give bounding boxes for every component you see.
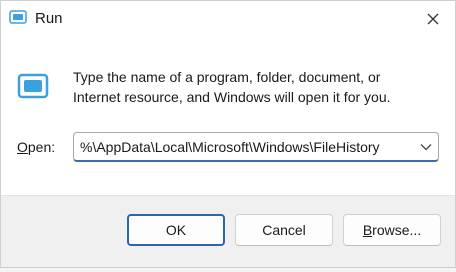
open-label-mnemonic: O — [17, 139, 28, 155]
run-program-icon — [17, 73, 49, 99]
ok-button[interactable]: OK — [127, 214, 225, 246]
run-dialog: Run Type the name of a program, folder, … — [0, 0, 456, 268]
dropdown-button[interactable] — [414, 135, 438, 159]
description-line-2: Internet resource, and Windows will open… — [73, 89, 391, 105]
title-bar: Run — [1, 1, 455, 37]
button-bar: OK Cancel Browse... — [1, 195, 455, 267]
open-label-rest: pen: — [27, 139, 56, 155]
window-title: Run — [35, 10, 63, 27]
description-line-1: Type the name of a program, folder, docu… — [73, 69, 381, 85]
chevron-down-icon — [420, 143, 432, 150]
run-icon — [9, 10, 27, 24]
close-button[interactable] — [419, 6, 447, 32]
browse-label-rest: rowse... — [372, 222, 422, 238]
description-text: Type the name of a program, folder, docu… — [73, 67, 433, 107]
cancel-button[interactable]: Cancel — [235, 214, 333, 246]
open-input[interactable]: %\AppData\Local\Microsoft\Windows\FileHi… — [74, 139, 414, 155]
browse-mnemonic: B — [362, 222, 373, 238]
open-label: Open: — [17, 139, 55, 155]
open-combobox[interactable]: %\AppData\Local\Microsoft\Windows\FileHi… — [73, 132, 439, 162]
browse-button[interactable]: Browse... — [343, 214, 441, 246]
close-icon — [427, 13, 439, 25]
